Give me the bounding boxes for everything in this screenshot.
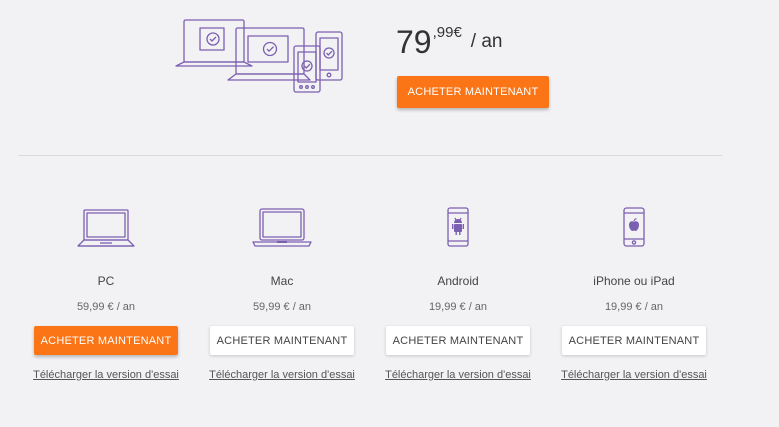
plan-price: 59,99 € / an: [76, 301, 136, 313]
hero-price-decimal: ,99€: [432, 24, 462, 41]
plan-price: 59,99 € / an: [252, 301, 312, 313]
plan-iphone-trial-link[interactable]: Télécharger la version d'essai: [546, 369, 722, 381]
hero-price-period: / an: [470, 31, 503, 52]
hero-buy-button[interactable]: ACHETER MAINTENANT: [397, 76, 549, 108]
laptop-icon: [18, 206, 194, 252]
plan-android-trial-link[interactable]: Télécharger la version d'essai: [370, 369, 546, 381]
hero-price-integer: 79: [396, 24, 432, 60]
hero-price: 79 ,99€ / an: [396, 22, 503, 62]
plan-pc-buy-button[interactable]: ACHETER MAINTENANT: [34, 326, 178, 355]
plan-name: Mac: [270, 274, 294, 288]
plan-android-buy-button[interactable]: ACHETER MAINTENANT: [386, 326, 530, 355]
android-phone-icon: [370, 206, 546, 252]
plan-price: 19,99 € / an: [604, 301, 664, 313]
plan-pc-trial-link[interactable]: Télécharger la version d'essai: [18, 369, 194, 381]
plan-name: Android: [437, 274, 479, 288]
plan-mac-buy-button[interactable]: ACHETER MAINTENANT: [210, 326, 354, 355]
plan-price: 19,99 € / an: [428, 301, 488, 313]
iphone-icon: [546, 206, 722, 252]
plan-iphone-buy-button[interactable]: ACHETER MAINTENANT: [562, 326, 706, 355]
plan-mac-trial-link[interactable]: Télécharger la version d'essai: [194, 369, 370, 381]
section-divider: [18, 155, 722, 156]
macbook-icon: [194, 206, 370, 252]
multi-device-illustration: [172, 16, 348, 96]
plan-name: iPhone ou iPad: [593, 274, 675, 288]
plan-name: PC: [97, 274, 115, 288]
